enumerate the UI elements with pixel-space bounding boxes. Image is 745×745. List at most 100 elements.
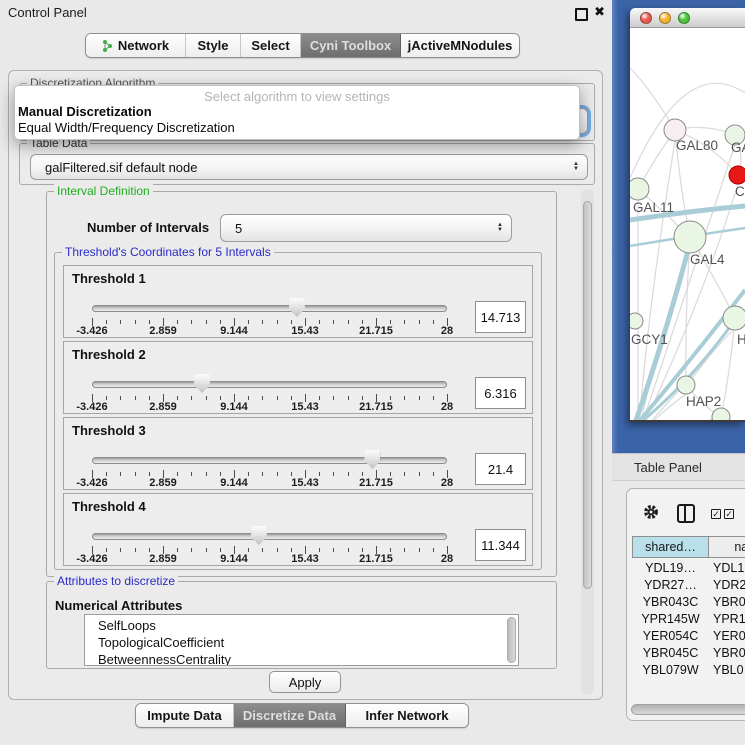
table-data-combobox[interactable]: galFiltered.sif default node ▲▼ <box>30 154 588 180</box>
table-cell[interactable]: YPR145W <box>632 612 709 626</box>
table-cell[interactable]: YPR1 <box>713 612 745 626</box>
control-panel-titlebar: Control Panel ✖ <box>0 0 612 24</box>
network-node[interactable] <box>712 408 730 420</box>
threshold-value-field[interactable]: 6.316 <box>475 377 526 409</box>
attribute-list-item[interactable]: TopologicalCoefficient <box>98 634 518 651</box>
popup-item-equal-width[interactable]: Equal Width/Frequency Discretization <box>15 120 579 136</box>
table-row[interactable]: YBL079W YBL0 <box>632 663 745 678</box>
table-cell[interactable]: YDL19… <box>632 561 709 575</box>
network-node-label: GCY1 <box>631 332 668 347</box>
close-traffic-light[interactable] <box>640 12 652 24</box>
slider-handle[interactable] <box>364 450 380 469</box>
tab-discretize-data[interactable]: Discretize Data <box>234 704 346 727</box>
network-edge[interactable] <box>638 417 721 420</box>
table-cell[interactable]: YER054C <box>632 629 709 643</box>
network-view-window: GAL80GACGAL11GAL4GCY1HHAP2 <box>630 8 745 422</box>
interval-definition-group: Interval Definition Number of Intervals … <box>46 191 557 577</box>
table-cell[interactable]: YBR0 <box>713 595 745 609</box>
network-node-gcy1[interactable] <box>630 313 643 329</box>
slider-handle[interactable] <box>251 526 267 545</box>
network-node-label: GAL80 <box>676 138 718 153</box>
network-node-h[interactable] <box>723 306 745 330</box>
split-columns-icon[interactable] <box>677 504 695 523</box>
threshold-value-field[interactable]: 14.713 <box>475 301 526 333</box>
table-row[interactable]: YER054C YER0 <box>632 629 745 646</box>
node-table[interactable]: shared…nameYDL19…YDL1YDR27…YDR2YBR043CYB… <box>632 536 745 678</box>
panel-scrollbar-thumb[interactable] <box>583 201 592 589</box>
slider-track[interactable] <box>92 457 447 464</box>
threshold-value-field[interactable]: 21.4 <box>475 453 526 485</box>
tab-select[interactable]: Select <box>241 34 301 57</box>
attributes-listbox[interactable]: SelfLoopsTopologicalCoefficientBetweenne… <box>84 614 519 666</box>
number-of-intervals-value: 5 <box>221 221 489 236</box>
table-panel-body: ✓ ✓ shared…name YDL19… YDL1 YDR27… YDR2 YBR04… <box>612 481 745 745</box>
tab-jactivemnodules[interactable]: jActiveMNodules <box>401 34 519 57</box>
table-row[interactable]: YBR043C YBR0 <box>632 595 745 612</box>
slider-tick-labels: -3.4262.8599.14415.4321.71528 <box>92 325 447 337</box>
tab-style[interactable]: Style <box>186 34 241 57</box>
attribute-list-item[interactable]: SelfLoops <box>98 617 518 634</box>
table-cell[interactable]: YDR27… <box>632 578 709 592</box>
table-row[interactable]: YPR145W YPR1 <box>632 612 745 629</box>
network-node-hap2[interactable] <box>677 376 695 394</box>
list-scrollbar-thumb[interactable] <box>507 617 516 663</box>
tab-network[interactable]: Network <box>86 34 186 57</box>
network-canvas[interactable]: GAL80GACGAL11GAL4GCY1HHAP2 <box>630 28 745 420</box>
popup-item-manual-discretization[interactable]: Manual Discretization <box>15 104 579 120</box>
table-cell[interactable]: YBR0 <box>713 646 745 660</box>
checkbox-checked-icon[interactable]: ✓ <box>724 509 734 519</box>
table-column-header[interactable]: shared… <box>632 536 709 558</box>
table-cell[interactable]: YBL0 <box>713 663 744 677</box>
network-node-gal4[interactable] <box>674 221 706 253</box>
table-cell[interactable]: YBR043C <box>632 595 709 609</box>
table-cell[interactable]: YDL1 <box>713 561 744 575</box>
table-panel-title: Table Panel <box>634 460 702 475</box>
slider-tick-labels: -3.4262.8599.14415.4321.71528 <box>92 401 447 413</box>
checkbox-checked-icon[interactable]: ✓ <box>711 509 721 519</box>
slider-track[interactable] <box>92 305 447 312</box>
close-icon[interactable]: ✖ <box>594 4 605 20</box>
network-node-gal11[interactable] <box>630 178 649 200</box>
network-node-c[interactable] <box>729 166 745 184</box>
attribute-list-item[interactable]: BetweennessCentrality <box>98 651 518 666</box>
threshold-value-field[interactable]: 11.344 <box>475 529 526 561</box>
tab-impute-data[interactable]: Impute Data <box>136 704 234 727</box>
table-row[interactable]: YDL19… YDL1 <box>632 561 745 578</box>
table-row[interactable]: YBR045C YBR0 <box>632 646 745 663</box>
thresholds-group-label: Threshold's Coordinates for 5 Intervals <box>62 245 274 259</box>
table-cell[interactable]: YBR045C <box>632 646 709 660</box>
tab-label: Style <box>197 38 228 53</box>
table-cell[interactable]: YDR2 <box>713 578 745 592</box>
slider-track[interactable] <box>92 381 447 388</box>
screenshot-root: Control Panel ✖ Network Style Select Cyni T… <box>0 0 745 745</box>
numerical-attributes-label: Numerical Attributes <box>55 598 182 613</box>
slider-handle[interactable] <box>289 298 305 317</box>
network-edge[interactable] <box>721 318 735 417</box>
combo-arrows-icon: ▲▼ <box>565 162 587 172</box>
table-column-header[interactable]: name <box>708 536 745 558</box>
threshold-box-1: Threshold 1-3.4262.8599.14415.4321.71528… <box>63 265 533 338</box>
tab-cyni-toolbox[interactable]: Cyni Toolbox <box>301 34 401 57</box>
apply-button[interactable]: Apply <box>269 671 341 693</box>
table-cell[interactable]: YER0 <box>713 629 745 643</box>
tab-infer-network[interactable]: Infer Network <box>346 704 468 727</box>
slider-track[interactable] <box>92 533 447 540</box>
table-cell[interactable]: YBL079W <box>632 663 709 677</box>
control-panel-title: Control Panel <box>8 5 87 20</box>
minimize-traffic-light[interactable] <box>659 12 671 24</box>
float-window-icon[interactable] <box>575 8 588 21</box>
horizontal-scrollbar-thumb[interactable] <box>631 704 745 715</box>
table-row[interactable]: YDR27… YDR2 <box>632 578 745 595</box>
tab-label: Cyni Toolbox <box>310 38 391 53</box>
network-icon <box>102 39 113 53</box>
tab-label: Select <box>251 38 289 53</box>
combo-arrows-icon: ▲▼ <box>489 223 511 233</box>
zoom-traffic-light[interactable] <box>678 12 690 24</box>
top-tab-bar: Network Style Select Cyni Toolbox jActiveMNo… <box>85 33 520 58</box>
thresholds-list: Threshold 1-3.4262.8599.14415.4321.71528… <box>55 265 533 569</box>
number-of-intervals-combobox[interactable]: 5 ▲▼ <box>220 214 512 242</box>
slider-handle[interactable] <box>194 374 210 393</box>
settings-gear-icon[interactable] <box>643 504 659 520</box>
panel-scrollbar[interactable] <box>581 189 594 695</box>
attributes-group-label: Attributes to discretize <box>54 574 178 588</box>
